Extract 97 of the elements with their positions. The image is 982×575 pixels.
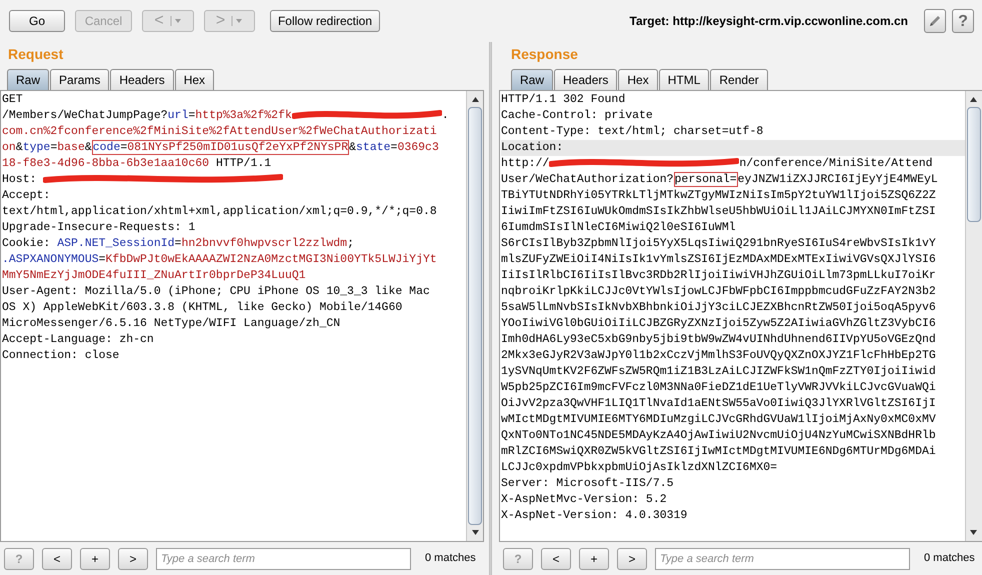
code-line: OS X) AppleWebKit/603.3.8 (KHTML, like Gecko) Mobile/14G60 <box>2 300 404 316</box>
code-text: /Members/WeChatJumpPage? <box>2 109 168 122</box>
code-line: Connection: close <box>2 348 120 364</box>
code-line: MicroMessenger/6.5.16 NetType/WIFI Language/zh_CN <box>2 316 342 332</box>
scrollbar-thumb[interactable] <box>966 107 981 222</box>
search-nav-button[interactable]: > <box>617 548 647 570</box>
code-line: MmY5NmEzYjJmODE4fuIII_ZNuArtIr0bprDeP34LuuQ1 <box>2 268 307 284</box>
code-line: Cache-Control: private <box>501 108 654 124</box>
code-text: & <box>349 141 356 154</box>
search-nav-button[interactable]: + <box>579 548 609 570</box>
code-text: base <box>57 141 85 154</box>
tab[interactable]: Render <box>710 69 768 90</box>
code-line: Cookie: ASP.NET_SessionId=hn2bnvvf0hwpvscrl2zzlwdm; <box>2 236 355 252</box>
caret-icon <box>229 14 244 28</box>
search-field[interactable]: Type a search term <box>156 548 411 570</box>
code-text: code <box>92 141 120 154</box>
code-line: text/html,application/xhtml+xml,application/xml;q=0.9,*/*;q=0.8 <box>2 204 438 220</box>
code-line: Accept-Language: zh-cn <box>2 332 155 348</box>
toolbar-button[interactable]: Follow redirection <box>270 10 380 32</box>
code-line: Upgrade-Insecure-Requests: 1 <box>2 220 196 236</box>
tab[interactable]: Hex <box>174 69 214 90</box>
code-text: type <box>22 141 50 154</box>
code-text: . <box>442 109 449 122</box>
code-line: Server: Microsoft-IIS/7.5 <box>501 476 675 492</box>
match-count: 0 matches <box>924 551 975 566</box>
code-text: http:// <box>501 157 550 170</box>
code-line: mlsZUFyZWEiOiI4NiIsIk1vYmlsZSI6IjEzMDAxMDExMTExIiwiVGVsQXJlYSI6 <box>501 252 937 268</box>
code-line: IiwiImFtZSI6IuWUkOmdmSIsIkZhbWlseU5hbWUiOiLl1JAiLCJMYXN0ImFtZSI <box>501 204 937 220</box>
scrollbar[interactable] <box>466 91 483 541</box>
code-text: & <box>84 141 92 154</box>
caret-icon <box>168 14 182 28</box>
tab[interactable]: HTML <box>658 69 710 90</box>
code-line: 5saW5lLmNvbSIsIkNvbXBhbnkiOiJjY3ciLCJEZXBhcnRtZW50Ijoi5oqA5pyv6 <box>501 300 937 316</box>
target-label: Target: http://keysight-crm.vip.ccwonline.com.cn <box>630 13 908 30</box>
code-line: LCJJc0xpdmVPbkxpbmUiOjAsIklzdXNlZCI6MX0= <box>501 460 778 476</box>
code-line: wMIctMDgtMIVUMIE6MTY6MDIuMzgiLCJVcGRhdGVUaW1lIjoiMjAxNy0xMC0xMV <box>501 412 937 428</box>
search-nav-button[interactable]: + <box>80 548 110 570</box>
search-nav-button[interactable]: > <box>118 548 148 570</box>
code-text: = <box>120 141 128 154</box>
code-line: Content-Type: text/html; charset=utf-8 <box>501 124 764 140</box>
code-text: Host: <box>2 173 38 186</box>
code-line: IiIsIlRlbCI6IiIsIlBvc3RDb2RlIjoiIiwiVHJhZGUiOiLlm73pmLLkuI7oiKr <box>501 268 937 284</box>
code-line: OiJvV2pza3QwVHF1LIQ1TlNvaId1aENtSW55aVo0IiwiQ3JlYXRlVGltZSI6IjI <box>501 396 937 412</box>
code-text: 081NYsPf250mID01usQf2eYxPf2NYsPR <box>127 141 348 154</box>
toolbar-button[interactable]: Go <box>9 10 65 32</box>
pane-title: Request <box>8 45 64 64</box>
code-line: S6rCIsIlByb3ZpbmNlIjoi5YyX5LqsIiwiQ291bnRyeSI6IuS4reWbvSIsIk1vY <box>501 236 937 252</box>
code-text: n/conference/MiniSite/Attend <box>739 157 933 170</box>
code-text: 0369c3 <box>397 141 439 154</box>
code-text: state <box>356 141 391 154</box>
scrollbar[interactable] <box>964 91 982 541</box>
search-nav-button[interactable]: < <box>42 548 72 570</box>
tab[interactable]: Headers <box>554 69 618 90</box>
code-text: on <box>2 141 16 154</box>
code-line: TBiYTUtNDRhYi05YTRkLTljMTkwZTgyMWIzNiIsIm5pY2tuYW1lIjoi5ZSQ6Z2Z <box>501 188 937 204</box>
code-line: GET <box>2 92 24 108</box>
code-text: personal= <box>674 173 737 186</box>
code-line: 1ySVNqUmtKV2F6ZWFsZW5RQm1iZ1B3LzAiLCJIZWFkSW1nQmFzZTY0IjoiIiwid <box>501 364 937 380</box>
code-line: QxNTo0NTo1NC45NDE5MDAyKzA4OjAwIiwiU2NvcmUiOjU4NzYuMCwiSXNBdHRlb <box>501 428 937 444</box>
code-line: X-AspNet-Version: 4.0.30319 <box>501 508 688 524</box>
code-text: = <box>390 141 398 154</box>
code-text: User/WeChatAuthorization? <box>501 173 674 186</box>
code-text: http%3a%2f%2fk <box>195 109 292 122</box>
match-count: 0 matches <box>425 551 476 566</box>
code-line: YOoIiwiVGl0bGUiOiIiLCJBZGRyZXNzIjoi5Zyw5Z2AIiwiaGVhZGltZ3VybCI6 <box>501 316 937 332</box>
code-line: User-Agent: Mozilla/5.0 (iPhone; CPU iPhone OS 10_3_3 like Mac <box>2 284 431 300</box>
code-text: url <box>168 109 188 122</box>
help-button[interactable]: ? <box>952 9 974 33</box>
tab[interactable]: Hex <box>618 69 658 90</box>
text-editor[interactable] <box>499 90 982 542</box>
scrollbar-thumb[interactable] <box>468 106 482 526</box>
tab[interactable]: Params <box>50 69 110 90</box>
tab[interactable]: Raw <box>7 69 50 90</box>
code-line: X-AspNetMvc-Version: 5.2 <box>501 492 668 508</box>
search-field[interactable]: Type a search term <box>655 548 910 570</box>
code-line: mRlZCI6MSwiQXR0ZW5kVGltZSI6IjIwMIctMDgtMIVUMIE6NDg6MTUrMDg6MDAi <box>501 444 937 460</box>
edit-button[interactable] <box>924 9 946 33</box>
code-text: & <box>16 141 23 154</box>
code-line: Accept: <box>2 188 52 204</box>
code-line: HTTP/1.1 302 Found <box>501 92 626 108</box>
code-text: eyJNZW1iZXJJRCI6IjEyYjE4MWEyL <box>738 173 938 186</box>
pencil-icon <box>928 14 942 28</box>
code-text: = <box>188 109 196 122</box>
code-line: .ASPXANONYMOUS=KfbDwPJt0wEkAAAAZWI2NzA0MzctMGI3Ni00YTk5LWJiYjYt <box>2 252 438 268</box>
code-line: 18-f8e3-4d96-8bba-6b3e1aa10c60 HTTP/1.1 <box>2 156 272 172</box>
code-text: = <box>50 141 58 154</box>
tab[interactable]: Headers <box>110 69 174 90</box>
code-line: W5pb25pZCI6Im9mcFVFczl0M3NNa0FieDZ1dE1UeTlyVWRJVVkiLCJvcGVuaWQi <box>501 380 937 396</box>
search-nav-button[interactable]: < <box>541 548 571 570</box>
code-line: 2Mkx3eGJyR2V3aWJpY0l1b2xCczVjMmlhS3FoUVQyQXZnOXJYZ1FlcFhHbEp2TG <box>501 348 937 364</box>
code-line: 6IumdmSIsIlNleCI6MiwiQ2l0eSI6IuWMl <box>501 220 737 236</box>
tab[interactable]: Raw <box>511 69 554 90</box>
text-editor[interactable] <box>0 90 484 542</box>
code-line: com.cn%2fconference%2fMiniSite%2fAttendUser%2fWeChatAuthorizati <box>2 124 438 140</box>
code-line: nqbroiKrlpKkiLCJJc0VtYWlsIjowLCJFbWFpbCI6ImppbmcudGFuZzFAY2N3b2 <box>501 284 937 300</box>
code-line: Imh0dHA6Ly93eC5xbG9nby5jbi9tbW9wZW4vUINhdUhnend6IIVpYU5oVGEzQnd <box>501 332 937 348</box>
pane-title: Response <box>511 45 579 64</box>
